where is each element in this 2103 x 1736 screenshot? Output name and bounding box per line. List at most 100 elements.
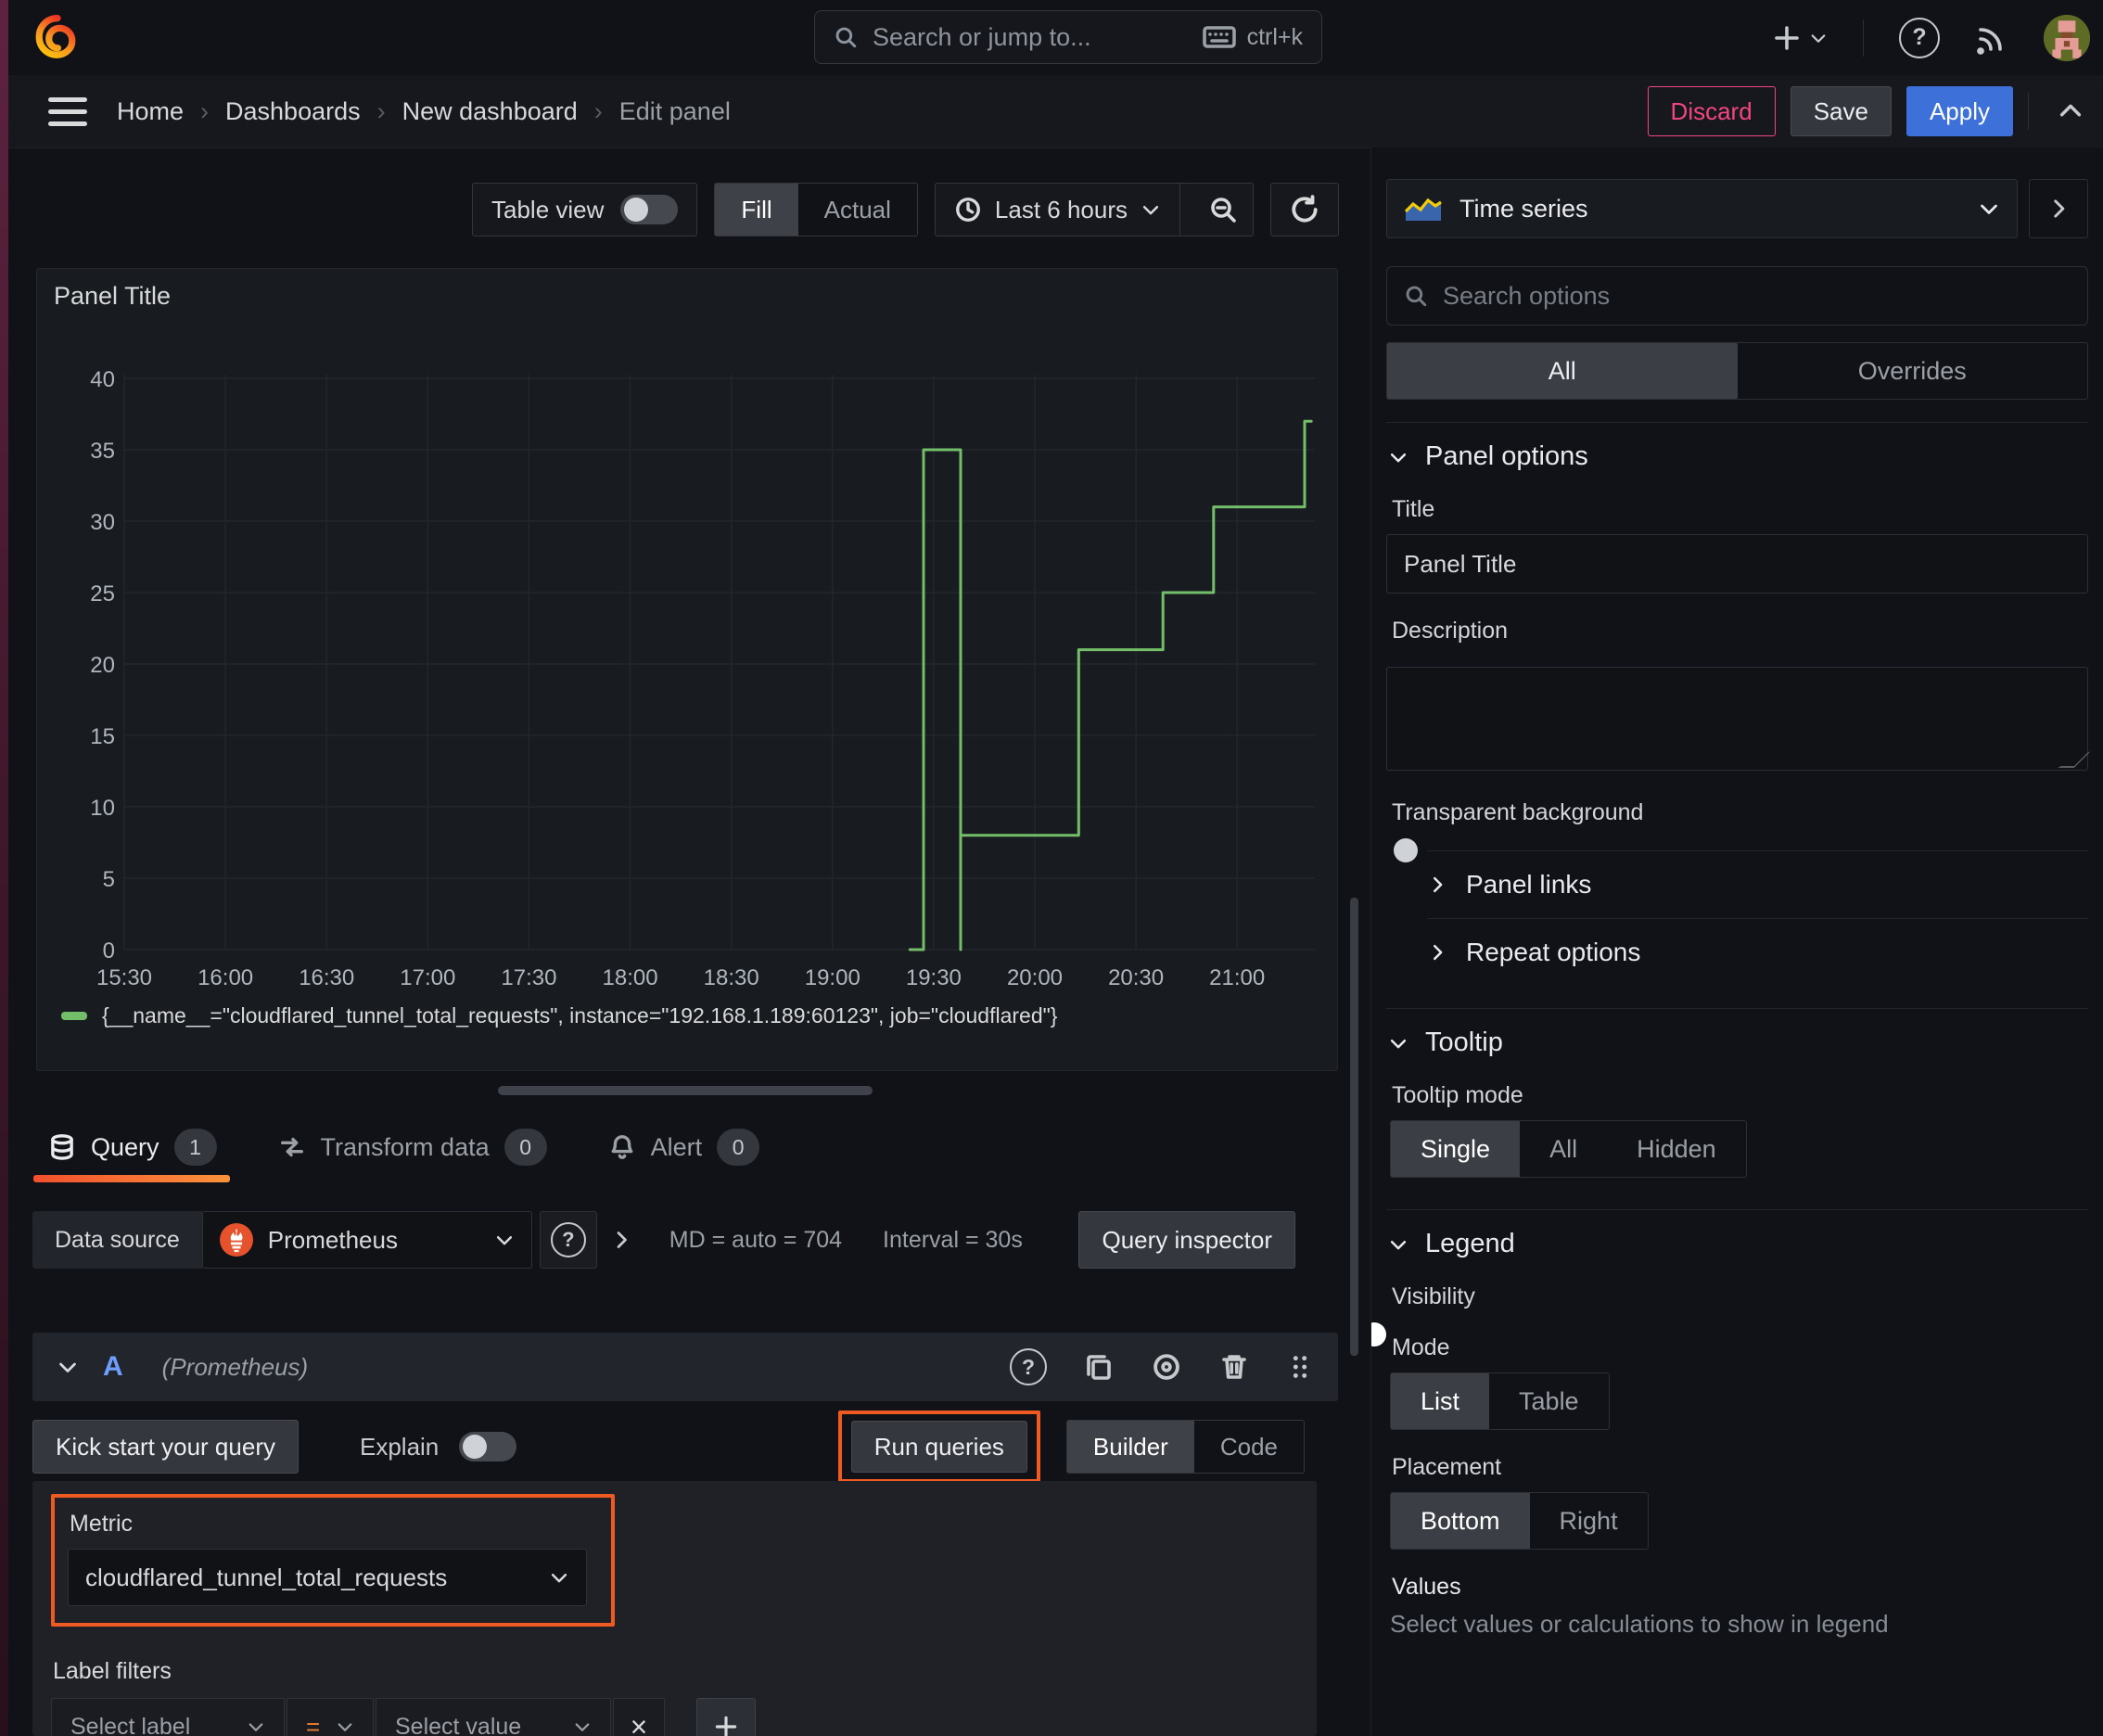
topbar-actions: ? xyxy=(1772,0,2090,75)
time-range-button[interactable]: Last 6 hours xyxy=(995,196,1128,224)
add-filter-button[interactable] xyxy=(696,1698,756,1736)
discard-button[interactable]: Discard xyxy=(1647,86,1776,136)
tooltip-mode-all[interactable]: All xyxy=(1520,1121,1607,1177)
metric-select[interactable]: cloudflared_tunnel_total_requests xyxy=(68,1549,587,1606)
viz-suggestions-button[interactable] xyxy=(2029,179,2088,238)
breadcrumb-separator: › xyxy=(593,96,603,125)
select-value-dropdown[interactable]: Select value xyxy=(376,1698,611,1736)
tooltip-mode-label: Tooltip mode xyxy=(1392,1082,1523,1108)
chevron-down-icon xyxy=(575,1723,590,1731)
query-ref-header[interactable]: A (Prometheus) ? xyxy=(32,1333,1338,1401)
apply-button[interactable]: Apply xyxy=(1905,86,2013,136)
save-button[interactable]: Save xyxy=(1790,86,1892,136)
title-label: Title xyxy=(1392,496,1435,522)
refresh-icon[interactable] xyxy=(1289,194,1320,225)
builder-option[interactable]: Builder xyxy=(1066,1421,1194,1473)
legend-mode-table[interactable]: Table xyxy=(1489,1373,1609,1429)
panel-links-header[interactable]: Panel links xyxy=(1427,850,2088,918)
chart-panel-title[interactable]: Panel Title xyxy=(54,282,171,311)
tooltip-mode-single[interactable]: Single xyxy=(1391,1121,1521,1177)
new-menu-button[interactable] xyxy=(1772,23,1828,53)
code-option[interactable]: Code xyxy=(1194,1421,1304,1473)
breadcrumb-home[interactable]: Home xyxy=(117,97,184,126)
filter-tab-all[interactable]: All xyxy=(1387,343,1738,399)
user-avatar[interactable] xyxy=(2044,14,2090,61)
tab-query-label: Query xyxy=(91,1132,159,1161)
filter-tab-overrides[interactable]: Overrides xyxy=(1738,343,2088,399)
series-legend-label[interactable]: {__name__="cloudflared_tunnel_total_requ… xyxy=(102,1003,1057,1028)
query-help-icon[interactable]: ? xyxy=(1010,1348,1047,1385)
news-rss-button[interactable] xyxy=(1975,21,2008,55)
legend-mode-list[interactable]: List xyxy=(1391,1373,1490,1429)
options-search-box[interactable]: Search options xyxy=(1386,266,2088,326)
viz-type-picker[interactable]: Time series xyxy=(1386,179,2018,238)
datasource-help-button[interactable]: ? xyxy=(539,1211,597,1269)
zoom-out-icon xyxy=(1211,198,1236,223)
run-queries-highlight: Run queries xyxy=(837,1410,1040,1483)
explain-toggle[interactable] xyxy=(459,1432,517,1462)
tab-query[interactable]: Query 1 xyxy=(33,1121,230,1182)
panel-toolbar: Table view Fill Actual Last 6 hours xyxy=(0,183,1339,238)
remove-filter-button[interactable]: × xyxy=(613,1698,665,1736)
legend-placement-right[interactable]: Right xyxy=(1530,1493,1648,1549)
kickstart-query-button[interactable]: Kick start your query xyxy=(32,1420,299,1474)
grafana-logo-icon[interactable] xyxy=(33,11,82,63)
prometheus-icon xyxy=(219,1223,253,1257)
legend-header[interactable]: Legend xyxy=(1386,1229,2088,1259)
tooltip-header[interactable]: Tooltip xyxy=(1386,1028,2088,1058)
duplicate-icon[interactable] xyxy=(1084,1352,1114,1382)
panel-edit-main: Table view Fill Actual Last 6 hours Pane… xyxy=(0,147,1350,1736)
repeat-options-header[interactable]: Repeat options xyxy=(1427,918,2088,986)
x-axis-tick-label: 18:00 xyxy=(603,965,658,990)
fill-option[interactable]: Fill xyxy=(715,184,798,236)
main-scrollbar[interactable] xyxy=(1350,898,1358,1356)
tab-transform-label: Transform data xyxy=(320,1132,490,1161)
metric-label: Metric xyxy=(70,1511,134,1537)
chart-legend[interactable]: {__name__="cloudflared_tunnel_total_requ… xyxy=(61,1003,1057,1028)
operator-dropdown[interactable]: = xyxy=(287,1698,374,1736)
chevron-down-icon[interactable] xyxy=(57,1356,79,1378)
chevron-down-icon xyxy=(338,1723,352,1731)
panel-title-input[interactable] xyxy=(1386,534,2088,594)
run-queries-button[interactable]: Run queries xyxy=(850,1421,1027,1473)
x-axis-tick-label: 17:00 xyxy=(400,965,455,990)
clock-icon xyxy=(955,198,980,222)
chevron-down-icon xyxy=(1142,206,1159,215)
panel-resize-handle[interactable] xyxy=(498,1086,873,1095)
panel-description-input[interactable] xyxy=(1386,667,2088,771)
breadcrumb-new-dashboard[interactable]: New dashboard xyxy=(402,97,578,126)
breadcrumb-dashboards[interactable]: Dashboards xyxy=(225,97,361,126)
breadcrumb-edit-panel: Edit panel xyxy=(618,96,731,125)
legend-values-label: Values xyxy=(1392,1574,1461,1600)
query-options-expand-button[interactable] xyxy=(610,1229,632,1251)
query-inspector-button[interactable]: Query inspector xyxy=(1078,1211,1295,1269)
tooltip-mode-hidden[interactable]: Hidden xyxy=(1607,1121,1746,1177)
x-axis-tick-label: 15:30 xyxy=(96,965,152,990)
timeseries-viz-icon xyxy=(1404,198,1442,221)
legend-placement-bottom[interactable]: Bottom xyxy=(1391,1493,1530,1549)
tab-alert[interactable]: Alert 0 xyxy=(605,1121,764,1173)
grafana-app: Search or jump to... ctrl+k ? Home › Das… xyxy=(0,0,2103,1736)
series-color-swatch xyxy=(61,1012,87,1020)
drag-handle-icon[interactable] xyxy=(1286,1353,1314,1381)
table-view-toggle[interactable] xyxy=(620,195,679,224)
screen-edge-strip xyxy=(0,0,8,1736)
panel-options-header[interactable]: Panel options xyxy=(1386,441,2088,472)
eye-icon[interactable] xyxy=(1151,1351,1182,1383)
chevron-down-icon xyxy=(1811,33,1826,43)
tab-transform[interactable]: Transform data 0 xyxy=(274,1121,551,1173)
collapse-header-button[interactable] xyxy=(2057,97,2084,125)
legend-placement-label: Placement xyxy=(1392,1454,1502,1480)
zoom-out-button[interactable] xyxy=(1193,184,1253,236)
menu-toggle-button[interactable] xyxy=(48,96,87,126)
datasource-picker[interactable]: Prometheus xyxy=(201,1211,532,1269)
label-filters-label: Label filters xyxy=(53,1658,172,1684)
table-view-group: Table view xyxy=(472,183,698,236)
label-filter-row: Select label = Select value × xyxy=(51,1698,1317,1736)
help-button[interactable]: ? xyxy=(1899,17,1940,58)
select-label-dropdown[interactable]: Select label xyxy=(51,1698,285,1736)
global-search-box[interactable]: Search or jump to... ctrl+k xyxy=(814,10,1322,64)
actual-option[interactable]: Actual xyxy=(798,184,917,236)
y-axis-tick-label: 30 xyxy=(90,510,115,535)
trash-icon[interactable] xyxy=(1219,1352,1249,1382)
